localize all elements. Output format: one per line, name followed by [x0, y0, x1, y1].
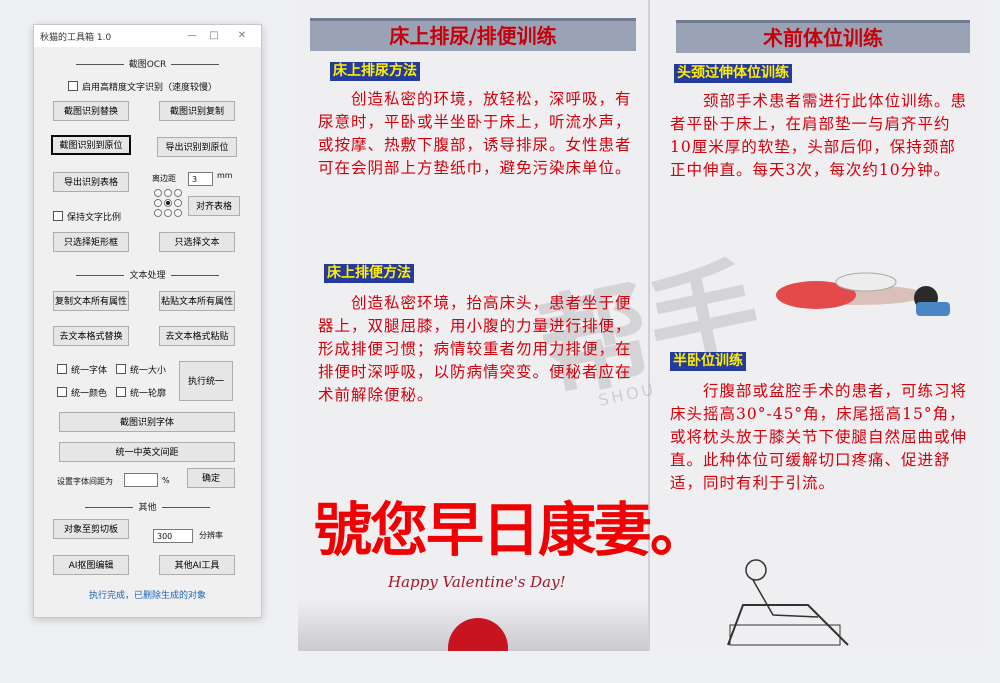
text-section-title: 文本处理	[129, 271, 166, 281]
checkbox-box[interactable]	[116, 387, 126, 397]
align-radio-bl[interactable]	[154, 209, 162, 217]
window-title: 秋猫的工具箱 1.0	[40, 33, 112, 43]
confirm-spacing-button[interactable]: 确定	[187, 468, 235, 488]
object-to-clipboard-button[interactable]: 对象至剪切板	[53, 519, 129, 539]
checkbox-box[interactable]	[53, 211, 63, 221]
ocr-replace-button[interactable]: 截图识别替换	[53, 101, 129, 121]
checkbox-box[interactable]	[68, 81, 78, 91]
spacing-input[interactable]	[124, 473, 158, 487]
export-table-button[interactable]: 导出识别表格	[53, 172, 129, 192]
title-bar[interactable]: 秋猫的工具箱 1.0 — □ ✕	[34, 25, 261, 47]
neck-position-illustration	[776, 272, 950, 316]
status-text: 执行完成，已删除生成的对象	[88, 591, 206, 601]
align-radio-ml[interactable]	[154, 199, 162, 207]
document-image[interactable]: 帮手 SHOU 床上排尿/排便训练 术前体位训练 床上排尿方法 创造私密的环境，…	[298, 0, 988, 651]
sub-heading-neck: 头颈过伸体位训练	[674, 64, 792, 83]
clear-format-paste-button[interactable]: 去文本格式粘贴	[159, 326, 235, 346]
high-precision-checkbox[interactable]: 启用高精度文字识别（速度较慢）	[68, 80, 217, 93]
copy-text-attr-button[interactable]: 复制文本所有属性	[53, 291, 129, 311]
other-section-title: 其他	[138, 503, 157, 513]
select-text-button[interactable]: 只选择文本	[159, 232, 235, 252]
align-radio-tr[interactable]	[174, 189, 182, 197]
sub-heading-semi-recumbent: 半卧位训练	[670, 352, 746, 371]
align-radio-bc[interactable]	[164, 209, 172, 217]
align-table-button[interactable]: 对齐表格	[188, 196, 240, 216]
unify-color-label: 统一颜色	[71, 389, 108, 399]
ocr-section-header: 截图OCR	[34, 57, 261, 70]
unify-outline-label: 统一轮廓	[130, 389, 167, 399]
paste-text-attr-button[interactable]: 粘贴文本所有属性	[159, 291, 235, 311]
minimize-icon[interactable]: —	[184, 28, 200, 44]
toolbox-window: 秋猫的工具箱 1.0 — □ ✕ 截图OCR 启用高精度文字识别（速度较慢） 截…	[33, 24, 262, 618]
other-section-header: 其他	[34, 500, 261, 513]
ai-matting-button[interactable]: AI抠图编辑	[53, 555, 129, 575]
valentine-text: Happy Valentine's Day!	[388, 573, 566, 591]
neck-paragraph: 颈部手术患者需进行此体位训练。患者平卧于床上，在肩部垫一与肩齐平约10厘米厚的软…	[670, 92, 968, 179]
high-precision-label: 启用高精度文字识别（速度较慢）	[82, 83, 218, 93]
checkbox-box[interactable]	[57, 364, 67, 374]
ocr-copy-button[interactable]: 截图识别复制	[159, 101, 235, 121]
keep-ratio-checkbox[interactable]: 保持文字比例	[53, 210, 121, 223]
semi-recumbent-paragraph: 行腹部或盆腔手术的患者，可练习将床头摇高30°-45°角，床尾摇高15°角，或将…	[670, 382, 968, 492]
select-shapes-button[interactable]: 只选择矩形框	[53, 232, 129, 252]
align-radio-mr[interactable]	[174, 199, 182, 207]
export-to-origin-button[interactable]: 导出识别到原位	[157, 137, 237, 157]
defecation-paragraph: 创造私密环境，抬高床头，患者坐于便器上，双腿屈膝，用小腹的力量进行排便，形成排便…	[318, 294, 632, 404]
left-header: 床上排尿/排便训练	[310, 18, 636, 51]
maximize-icon[interactable]: □	[206, 28, 222, 44]
checkbox-box[interactable]	[116, 364, 126, 374]
unify-size-checkbox[interactable]: 统一大小	[116, 363, 166, 376]
ocr-to-origin-button[interactable]: 截图识别到原位	[51, 135, 131, 155]
align-radio-tl[interactable]	[154, 189, 162, 197]
unify-outline-checkbox[interactable]: 统一轮廓	[116, 386, 166, 399]
other-ai-tools-button[interactable]: 其他AI工具	[159, 555, 235, 575]
margin-input[interactable]: 3	[188, 172, 213, 186]
unify-spacing-button[interactable]: 统一中英文间距	[59, 442, 235, 462]
keep-ratio-label: 保持文字比例	[67, 213, 122, 223]
spacing-label: 设置字体间距为	[57, 477, 113, 486]
unify-font-label: 统一字体	[71, 366, 108, 376]
text-section-header: 文本处理	[34, 268, 261, 281]
urination-paragraph: 创造私密的环境，放轻松，深呼吸，有尿意时，平卧或半坐卧于床上，听流水声，或按摩、…	[318, 90, 632, 177]
close-icon[interactable]: ✕	[234, 28, 250, 44]
dpi-label: 分辨率	[199, 531, 223, 540]
margin-label: 离边距	[152, 174, 176, 183]
align-radio-mc[interactable]	[164, 199, 172, 207]
unify-font-checkbox[interactable]: 统一字体	[57, 363, 107, 376]
bed-illustration	[727, 559, 849, 646]
margin-unit: mm	[217, 171, 233, 180]
unify-color-checkbox[interactable]: 统一颜色	[57, 386, 107, 399]
overlay-red-text[interactable]: 號您早日康妻。	[314, 483, 708, 567]
ocr-section-title: 截图OCR	[128, 60, 167, 70]
dpi-input[interactable]: 300	[153, 529, 193, 543]
clear-format-replace-button[interactable]: 去文本格式替换	[53, 326, 129, 346]
apply-unify-button[interactable]: 执行统一	[179, 361, 233, 401]
sub-heading-defecation: 床上排便方法	[324, 264, 414, 283]
right-header: 术前体位训练	[676, 20, 970, 53]
detect-font-button[interactable]: 截图识别字体	[59, 412, 235, 432]
sub-heading-urination: 床上排尿方法	[330, 62, 420, 81]
align-radio-tc[interactable]	[164, 189, 172, 197]
checkbox-box[interactable]	[57, 387, 67, 397]
spacing-unit: %	[162, 476, 170, 485]
align-radio-br[interactable]	[174, 209, 182, 217]
unify-size-label: 统一大小	[130, 366, 167, 376]
